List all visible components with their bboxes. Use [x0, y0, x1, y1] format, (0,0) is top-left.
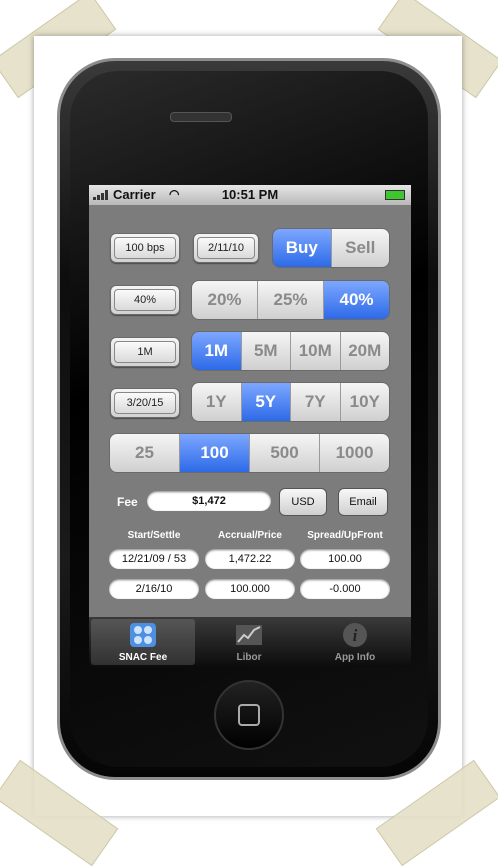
tenor-option-10y[interactable]: 10Y: [340, 383, 389, 421]
tab-label-libor: Libor: [236, 652, 262, 663]
side-option-sell[interactable]: Sell: [331, 229, 389, 267]
spread-field: 100.00: [300, 549, 390, 569]
notional-button-label: 1M: [114, 341, 176, 363]
tab-label-snac-fee: SNAC Fee: [118, 652, 168, 663]
trade-date-label: 2/11/10: [197, 237, 255, 259]
recovery-segmented-control[interactable]: 20% 25% 40%: [191, 280, 390, 320]
notional-option-10m[interactable]: 10M: [291, 332, 341, 370]
tenor-segmented-control[interactable]: 1Y 5Y 7Y 10Y: [191, 382, 390, 422]
coupon-option-500[interactable]: 500: [250, 434, 320, 472]
maturity-button[interactable]: 3/20/15: [110, 388, 180, 418]
calculator-icon: [129, 622, 157, 648]
price-field: 100.000: [205, 579, 295, 599]
spread-button[interactable]: 100 bps: [110, 233, 180, 263]
recovery-option-20[interactable]: 20%: [192, 281, 258, 319]
battery-icon: [385, 190, 405, 200]
chart-icon: [235, 622, 263, 648]
tab-libor[interactable]: Libor: [197, 619, 301, 665]
header-spread-upfront: Spread/UpFront: [307, 530, 383, 541]
notional-segmented-control[interactable]: 1M 5M 10M 20M: [191, 331, 390, 371]
trade-date-button[interactable]: 2/11/10: [193, 233, 259, 263]
recovery-option-40[interactable]: 40%: [324, 281, 389, 319]
recovery-option-25[interactable]: 25%: [258, 281, 324, 319]
notional-option-1m[interactable]: 1M: [192, 332, 242, 370]
tenor-option-5y[interactable]: 5Y: [241, 383, 291, 421]
notional-option-20m[interactable]: 20M: [340, 332, 389, 370]
header-accrual-price: Accrual/Price: [218, 530, 282, 541]
tab-label-app-info: App Info: [334, 652, 376, 663]
tab-snac-fee[interactable]: SNAC Fee: [91, 619, 195, 665]
svg-text:i: i: [353, 626, 358, 645]
header-start-settle: Start/Settle: [127, 530, 181, 541]
fee-value-field: $1,472: [147, 491, 271, 511]
upfront-field: -0.000: [300, 579, 390, 599]
coupon-option-100[interactable]: 100: [180, 434, 250, 472]
recovery-button[interactable]: 40%: [110, 285, 180, 315]
info-icon: i: [341, 622, 369, 648]
tenor-option-7y[interactable]: 7Y: [291, 383, 341, 421]
tab-app-info[interactable]: i App Info: [303, 619, 407, 665]
fee-label: Fee: [117, 495, 138, 509]
maturity-button-label: 3/20/15: [114, 392, 176, 414]
coupon-segmented-control[interactable]: 25 100 500 1000: [109, 433, 390, 473]
tenor-option-1y[interactable]: 1Y: [192, 383, 242, 421]
start-date-field: 12/21/09 / 53: [109, 549, 199, 569]
side-option-buy[interactable]: Buy: [273, 229, 332, 267]
notional-option-5m[interactable]: 5M: [241, 332, 291, 370]
coupon-option-25[interactable]: 25: [110, 434, 180, 472]
accrual-field: 1,472.22: [205, 549, 295, 569]
settle-date-field: 2/16/10: [109, 579, 199, 599]
home-square-icon: [238, 704, 260, 726]
spread-button-label: 100 bps: [114, 237, 176, 259]
side-segmented-control[interactable]: Buy Sell: [272, 228, 390, 268]
email-button[interactable]: Email: [338, 488, 388, 516]
status-bar: Carrier ◠ 10:51 PM: [89, 185, 411, 205]
earpiece-speaker: [170, 112, 232, 122]
notional-button[interactable]: 1M: [110, 337, 180, 367]
status-time: 10:51 PM: [221, 187, 279, 202]
tab-bar: SNAC Fee Libor i App Info: [89, 617, 411, 667]
currency-button[interactable]: USD: [279, 488, 327, 516]
app-screen: Carrier ◠ 10:51 PM 100 bps 2/11/10 Buy S…: [89, 185, 411, 667]
recovery-button-label: 40%: [114, 289, 176, 311]
home-button[interactable]: [214, 680, 284, 750]
coupon-option-1000[interactable]: 1000: [320, 434, 389, 472]
